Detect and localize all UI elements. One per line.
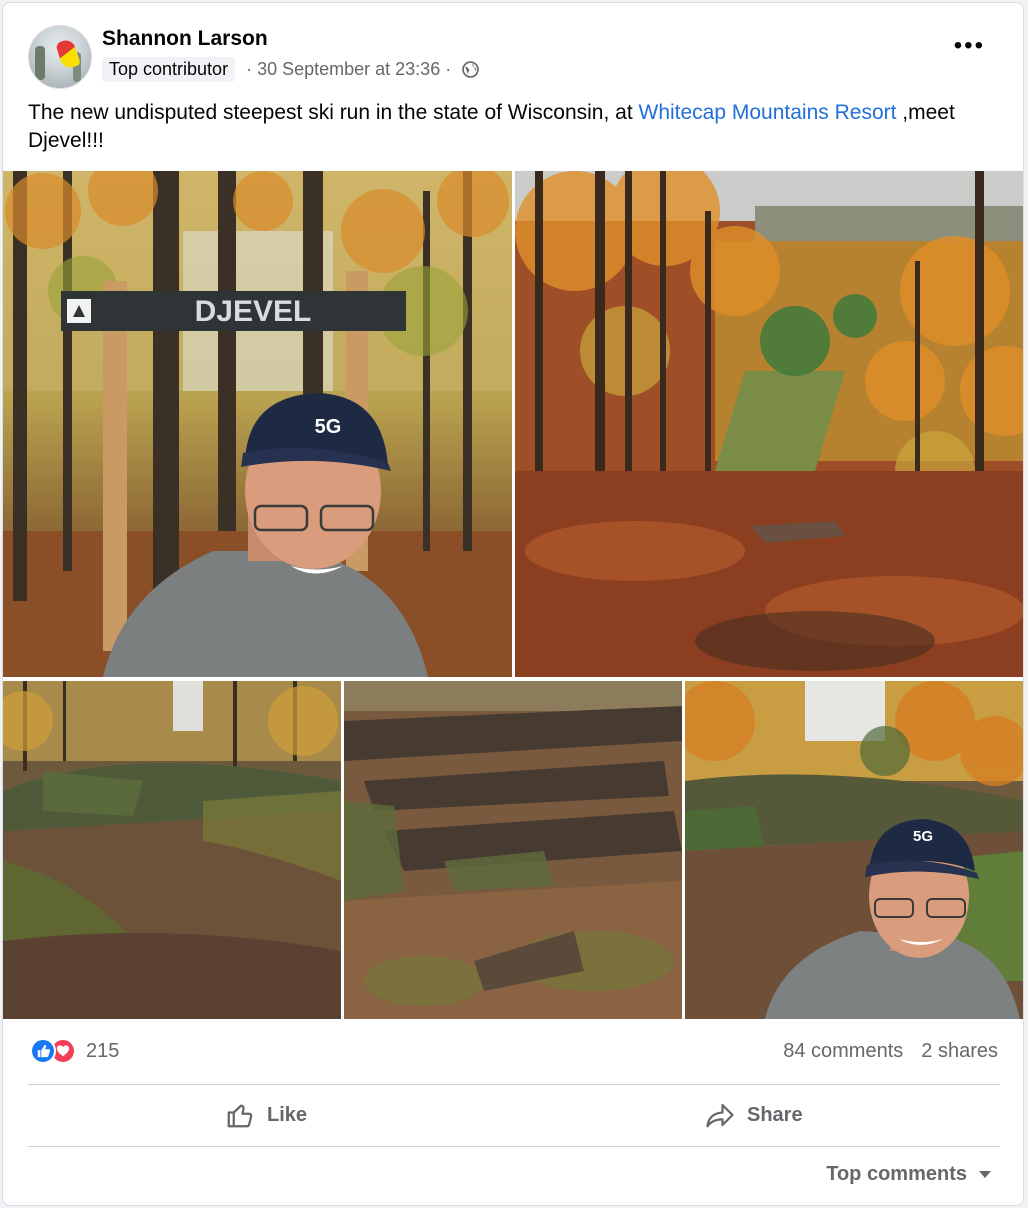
caret-down-icon: [979, 1171, 991, 1178]
resort-link[interactable]: Whitecap Mountains Resort: [639, 101, 897, 124]
share-arrow-icon: [706, 1103, 734, 1128]
cap-logo-text: 5G: [315, 416, 342, 438]
top-contributor-badge[interactable]: Top contributor: [102, 56, 236, 82]
separator: ·: [246, 58, 253, 79]
post-text: The new undisputed steepest ski run in t…: [28, 99, 988, 155]
divider: [28, 1084, 1000, 1085]
comments-count-link[interactable]: 84 comments: [783, 1040, 903, 1062]
post-timestamp[interactable]: 30 September at 23:36: [257, 59, 440, 80]
share-label: Share: [747, 1103, 803, 1126]
post-meta: Top contributor · 30 September at 23:36 …: [102, 55, 480, 83]
like-reaction-icon: [30, 1038, 56, 1064]
engagement-counts: 84 comments 2 shares: [783, 1040, 998, 1063]
photo-4-rock-ledges[interactable]: [344, 681, 682, 1019]
reaction-count: 215: [86, 1039, 120, 1062]
like-label: Like: [267, 1103, 308, 1126]
share-button[interactable]: Share: [705, 1100, 803, 1130]
avatar-skier: [55, 37, 81, 71]
cap-logo-text: 5G: [913, 828, 933, 845]
photo-3-rocky-slope[interactable]: [3, 681, 341, 1019]
djevel-sign-text: DJEVEL: [195, 295, 312, 328]
thumbs-up-icon: [227, 1104, 253, 1128]
shares-count-link[interactable]: 2 shares: [921, 1040, 998, 1062]
photo-5-slope-selfie[interactable]: 5G: [685, 681, 1023, 1019]
separator: ·: [445, 58, 452, 79]
author-avatar[interactable]: [28, 25, 92, 89]
author-name[interactable]: Shannon Larson: [102, 27, 268, 51]
globe-icon: [462, 60, 480, 78]
divider: [28, 1146, 1000, 1147]
photo-1-djevel-sign-selfie[interactable]: DJEVEL 5G: [3, 171, 512, 677]
post-text-before: The new undisputed steepest ski run in t…: [28, 101, 639, 124]
like-button[interactable]: Like: [225, 1100, 307, 1130]
photo-2-overlook[interactable]: [515, 171, 1023, 677]
reactions-summary[interactable]: 215: [30, 1038, 119, 1064]
comment-sort-dropdown[interactable]: Top comments: [826, 1163, 991, 1186]
post-card: Shannon Larson Top contributor · 30 Sept…: [2, 2, 1024, 1206]
more-options-icon[interactable]: •••: [954, 34, 985, 58]
comment-sort-label: Top comments: [826, 1163, 967, 1185]
avatar-tree: [35, 46, 45, 80]
